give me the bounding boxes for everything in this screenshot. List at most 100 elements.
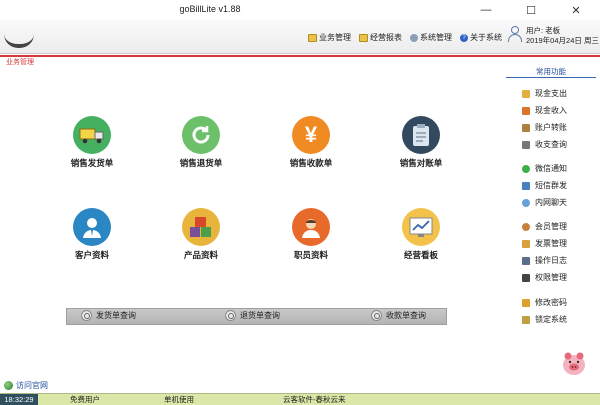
tile-products[interactable]: 产品资料 (163, 208, 239, 261)
quick-permission-management[interactable]: 权限管理 (522, 272, 567, 283)
tile-sales-statement[interactable]: 销售对账单 (383, 116, 459, 169)
quick-finance-query[interactable]: 收支查询 (522, 139, 567, 150)
title-bar: goBillLite v1.88 — ☐ ✕ (0, 0, 600, 20)
folder-icon (308, 33, 317, 42)
tile-dashboard[interactable]: 经营看板 (383, 208, 459, 261)
app-header: 业务管理 经营报表 系统管理 ? 关于系统 用户: 老板 2019年04月24日… (0, 20, 600, 54)
chat-icon (522, 198, 530, 207)
quick-functions-panel: 常用功能 现金支出 现金收入 账户转账 收支查询 微信通知 短信群发 内网聊天 … (502, 66, 600, 376)
log-icon (522, 256, 530, 265)
tile-label: 客户资料 (74, 250, 109, 260)
menu-system-label: 系统管理 (420, 33, 452, 42)
query-icon (522, 140, 530, 149)
item-label: 锁定系统 (535, 315, 567, 324)
item-label: 收支查询 (535, 140, 567, 149)
main-menu: 业务管理 经营报表 系统管理 ? 关于系统 (308, 32, 502, 43)
menu-system[interactable]: 系统管理 (410, 32, 452, 43)
query-return[interactable]: 退货单查询 (225, 310, 280, 321)
boxes-icon (182, 208, 220, 246)
item-label: 微信通知 (535, 164, 567, 173)
item-label: 权限管理 (535, 273, 567, 282)
quick-lan-chat[interactable]: 内网聊天 (522, 197, 567, 208)
income-icon (522, 106, 530, 115)
tile-staff[interactable]: 职员资料 (273, 208, 349, 261)
wechat-icon (522, 164, 530, 173)
invoice-icon (522, 239, 530, 248)
quick-member-management[interactable]: 会员管理 (522, 221, 567, 232)
quick-cash-expense[interactable]: 现金支出 (522, 88, 567, 99)
key-icon (522, 298, 530, 307)
quick-wechat-notify[interactable]: 微信通知 (522, 163, 567, 174)
tile-sales-receipt[interactable]: ¥ 销售收款单 (273, 116, 349, 169)
sms-icon (522, 181, 530, 190)
maximize-button[interactable]: ☐ (508, 0, 554, 20)
query-delivery-label: 发货单查询 (96, 311, 136, 320)
status-bar: 18:32:29 免费用户 单机使用 云客软件-春秋云来 (0, 393, 600, 405)
status-plan: 免费用户 (70, 395, 100, 404)
menu-reports-label: 经营报表 (370, 33, 402, 42)
quick-operation-log[interactable]: 操作日志 (522, 255, 567, 266)
tile-label: 职员资料 (293, 250, 328, 260)
menu-about-label: 关于系统 (470, 33, 502, 42)
item-label: 发票管理 (535, 239, 567, 248)
minimize-button[interactable]: — (463, 0, 509, 20)
quick-change-password[interactable]: 修改密码 (522, 297, 567, 308)
item-label: 会员管理 (535, 222, 567, 231)
user-icon (508, 26, 522, 42)
staff-icon (292, 208, 330, 246)
transfer-icon (522, 123, 530, 132)
visit-website-link[interactable]: 访问官网 (4, 380, 48, 391)
monitor-icon (522, 273, 530, 282)
clipboard-icon (402, 116, 440, 154)
header-divider (0, 55, 600, 57)
item-label: 短信群发 (535, 181, 567, 190)
visit-website-label: 访问官网 (16, 381, 48, 390)
pig-mascot-icon (560, 349, 588, 377)
query-delivery[interactable]: 发货单查询 (81, 310, 136, 321)
close-button[interactable]: ✕ (553, 0, 599, 20)
search-icon (225, 310, 236, 321)
quick-lock-system[interactable]: 锁定系统 (522, 314, 567, 325)
tile-label: 销售收款单 (289, 158, 333, 168)
tile-label: 产品资料 (183, 250, 218, 260)
menu-about[interactable]: ? 关于系统 (460, 32, 502, 43)
query-bar: 发货单查询 退货单查询 收款单查询 (66, 308, 447, 325)
menu-reports[interactable]: 经营报表 (359, 32, 402, 43)
search-icon (371, 310, 382, 321)
yen-icon: ¥ (292, 116, 330, 154)
tile-label: 销售发货单 (70, 158, 114, 168)
globe-icon (4, 381, 13, 390)
menu-business[interactable]: 业务管理 (308, 32, 351, 43)
quick-account-transfer[interactable]: 账户转账 (522, 122, 567, 133)
status-mode: 单机使用 (164, 395, 194, 404)
tile-label: 销售对账单 (399, 158, 443, 168)
panel-title: 常用功能 (506, 66, 596, 78)
member-icon (522, 222, 530, 231)
quick-invoice-management[interactable]: 发票管理 (522, 238, 567, 249)
folder-icon (359, 33, 368, 42)
tile-label: 销售退货单 (179, 158, 223, 168)
main-panel: 销售发货单 销售退货单 ¥ 销售收款单 销售对账单 客户资料 产品资料 职员资料… (0, 64, 500, 374)
item-label: 现金收入 (535, 106, 567, 115)
tile-label: 经营看板 (403, 250, 438, 260)
tile-customers[interactable]: 客户资料 (54, 208, 130, 261)
item-label: 操作日志 (535, 256, 567, 265)
menu-business-label: 业务管理 (319, 33, 351, 42)
gear-icon (410, 33, 418, 42)
window-title: goBillLite v1.88 (179, 4, 241, 14)
query-return-label: 退货单查询 (240, 311, 280, 320)
tile-sales-delivery[interactable]: 销售发货单 (54, 116, 130, 169)
delivery-truck-icon (73, 116, 111, 154)
item-label: 修改密码 (535, 298, 567, 307)
item-label: 账户转账 (535, 123, 567, 132)
quick-sms-broadcast[interactable]: 短信群发 (522, 180, 567, 191)
search-icon (81, 310, 92, 321)
tile-sales-return[interactable]: 销售退货单 (163, 116, 239, 169)
app-logo (4, 34, 34, 48)
query-receipt-label: 收款单查询 (386, 311, 426, 320)
cash-icon (522, 89, 530, 98)
user-info: 用户: 老板 2019年04月24日 周三 (508, 26, 599, 46)
quick-cash-income[interactable]: 现金收入 (522, 105, 567, 116)
query-receipt[interactable]: 收款单查询 (371, 310, 426, 321)
help-icon: ? (460, 33, 468, 42)
